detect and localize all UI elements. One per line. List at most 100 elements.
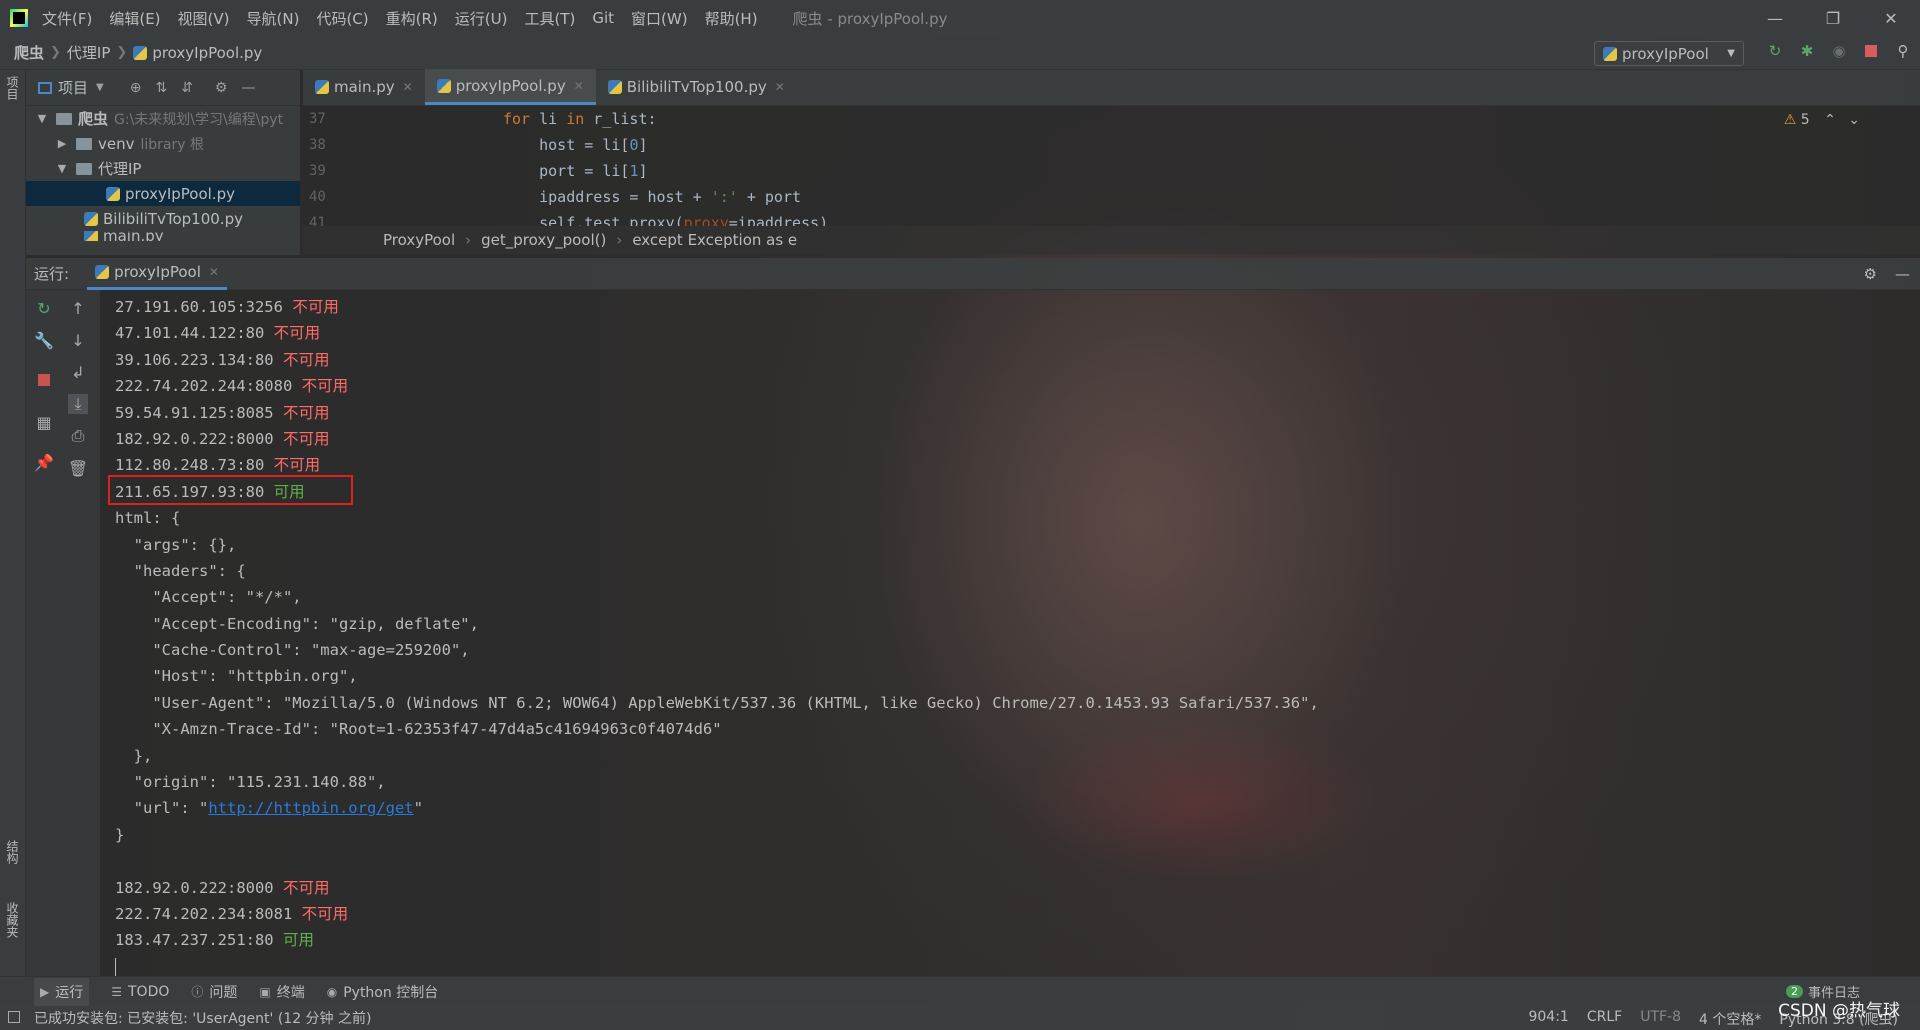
cursor-position[interactable]: 904:1 (1528, 1009, 1568, 1029)
tree-root[interactable]: ▼ 爬虫 G:\未来规划\学习\编程\pyt (26, 106, 300, 131)
menu-edit[interactable]: 编辑(E) (109, 8, 160, 29)
run-console-output[interactable]: 27.191.60.105:3256 不可用 47.101.44.122:80 … (100, 290, 1920, 977)
warnings-indicator[interactable]: ⚠ 5 ⌃ ⌄ (1784, 112, 1860, 128)
tab-run[interactable]: ▶ 运行 (34, 977, 90, 1006)
layout-icon[interactable]: ▦ (34, 412, 54, 432)
tree-venv-hint: library 根 (140, 136, 205, 153)
breadcrumb-project[interactable]: 爬虫 (14, 42, 44, 63)
gear-icon[interactable]: ⚙ (1864, 265, 1877, 283)
chevron-right-icon: › (465, 231, 472, 249)
debug-icon[interactable]: ✱ (1798, 42, 1816, 60)
project-panel-title[interactable]: 项目 (58, 77, 88, 98)
close-icon[interactable]: ✕ (403, 80, 413, 94)
status-message[interactable]: 已成功安装包: 已安装包: 'UserAgent' (12 分钟 之前) (34, 1008, 371, 1028)
hide-icon[interactable]: — (1895, 265, 1910, 283)
arrow-down-icon[interactable]: ↓ (68, 330, 88, 350)
stop-icon[interactable] (34, 370, 54, 390)
restore-button[interactable]: ❐ (1804, 0, 1862, 36)
stop-icon[interactable] (1862, 42, 1880, 60)
minimize-button[interactable]: — (1746, 0, 1804, 36)
close-icon[interactable]: ✕ (574, 79, 584, 93)
menu-view[interactable]: 视图(V) (178, 8, 230, 29)
code-line: ipaddress = host + ':' + port (503, 188, 802, 206)
tree-venv[interactable]: ▶ venv library 根 (26, 131, 300, 156)
stripe-favorites-tab[interactable]: 收藏夹 (4, 902, 21, 938)
menu-help[interactable]: 帮助(H) (705, 8, 758, 29)
trash-icon[interactable]: 🗑 (68, 458, 88, 478)
menu-navigate[interactable]: 导航(N) (247, 8, 300, 29)
line-separator[interactable]: CRLF (1587, 1009, 1622, 1029)
menu-tools[interactable]: 工具(T) (524, 8, 575, 29)
search-everywhere-icon[interactable]: ⚲ (1894, 42, 1912, 60)
breadcrumb-class[interactable]: ProxyPool (383, 231, 455, 249)
tab-main-py[interactable]: main.py ✕ (303, 69, 425, 105)
console-line-proxy: 27.191.60.105:3256 不可用 (115, 298, 339, 316)
tab-terminal[interactable]: ▣ 终端 (259, 982, 304, 1002)
menu-refactor[interactable]: 重构(R) (386, 8, 438, 29)
stripe-project-tab[interactable]: 项目 (4, 76, 21, 100)
menu-git[interactable]: Git (592, 9, 614, 27)
breadcrumb-block[interactable]: except Exception as e (632, 231, 797, 249)
pycharm-logo-icon (10, 9, 28, 27)
console-line-proxy: 182.92.0.222:8000 不可用 (115, 429, 330, 448)
locate-icon[interactable]: ⊕ (130, 80, 142, 96)
tab-python-console[interactable]: ◉ Python 控制台 (327, 982, 438, 1002)
console-line: }, (115, 746, 153, 765)
tab-bilibili-py[interactable]: BilibiliTvTop100.py ✕ (596, 69, 797, 105)
tree-folder-proxy[interactable]: ▼ 代理IP (26, 156, 300, 181)
wrench-icon[interactable]: 🔧 (34, 330, 54, 350)
gear-icon[interactable]: ⚙ (215, 80, 228, 96)
console-line: "X-Amzn-Trace-Id": "Root=1-62353f47-47d4… (115, 720, 722, 739)
chevron-up-icon[interactable]: ⌃ (1824, 112, 1836, 128)
breadcrumb-method[interactable]: get_proxy_pool() (481, 231, 606, 249)
pin-icon[interactable]: 📌 (34, 452, 54, 472)
tree-file-bilibili[interactable]: BilibiliTvTop100.py (26, 206, 300, 231)
chevron-down-icon[interactable]: ⌄ (1848, 112, 1860, 128)
tree-file-main[interactable]: main.py (26, 231, 300, 241)
chevron-down-icon[interactable]: ▼ (96, 82, 104, 93)
scroll-to-end-icon[interactable]: ⤓ (68, 394, 88, 414)
tree-file-proxyippool[interactable]: proxyIpPool.py (26, 181, 300, 206)
python-file-icon (133, 45, 148, 60)
python-file-icon (106, 186, 120, 201)
close-icon[interactable]: ✕ (775, 80, 785, 94)
hide-icon[interactable]: — (241, 80, 255, 96)
tab-proxyippool-py[interactable]: proxyIpPool.py ✕ (424, 69, 596, 105)
menu-window[interactable]: 窗口(W) (631, 8, 688, 29)
stripe-structure-tab[interactable]: 结构 (4, 840, 21, 864)
expand-all-icon[interactable]: ⇅ (155, 80, 167, 96)
tab-todo[interactable]: ☰ TODO (111, 984, 169, 1000)
run-tab-proxyippool[interactable]: proxyIpPool ✕ (87, 258, 227, 290)
bottom-tool-tabs: ▶ 运行 ☰ TODO ⓘ 问题 ▣ 终端 ◉ Python 控制台 2 事件日志 (0, 976, 1920, 1006)
breadcrumb-folder[interactable]: 代理IP (67, 42, 110, 63)
status-toggle-icon[interactable] (8, 1011, 20, 1023)
menu-file[interactable]: 文件(F) (42, 8, 92, 29)
console-line-proxy: 182.92.0.222:8000 不可用 (115, 878, 330, 897)
folder-icon (56, 112, 72, 125)
menu-code[interactable]: 代码(C) (316, 8, 368, 29)
indent-setting[interactable]: 4 个空格* (1699, 1009, 1761, 1029)
rerun-icon[interactable]: ↻ (1766, 42, 1784, 60)
run-configuration-select[interactable]: proxyIpPool ▼ (1594, 41, 1744, 66)
chevron-down-icon: ▼ (37, 112, 47, 125)
tree-folder-name: 代理IP (98, 160, 142, 178)
print-icon[interactable]: ⎙ (68, 426, 88, 446)
soft-wrap-icon[interactable]: ↲ (68, 362, 88, 382)
editor-tabs: main.py ✕ proxyIpPool.py ✕ BilibiliTvTop… (303, 69, 1920, 106)
coverage-icon[interactable]: ◉ (1830, 42, 1848, 60)
rerun-icon[interactable]: ↻ (34, 298, 54, 318)
arrow-up-icon[interactable]: ↑ (68, 298, 88, 318)
code-line: port = li[1] (503, 162, 648, 180)
folder-icon (76, 137, 92, 150)
collapse-all-icon[interactable]: ⇵ (181, 80, 193, 96)
close-window-button[interactable]: ✕ (1862, 0, 1920, 36)
breadcrumb-file[interactable]: proxyIpPool.py (152, 44, 262, 62)
tab-problems[interactable]: ⓘ 问题 (191, 982, 237, 1002)
file-encoding[interactable]: UTF-8 (1640, 1009, 1681, 1029)
close-icon[interactable]: ✕ (209, 265, 219, 279)
console-url-link[interactable]: http://httpbin.org/get (208, 799, 413, 817)
code-editor[interactable]: 37 38 39 40 41 for li in r_list: host = … (303, 106, 1920, 226)
menu-run[interactable]: 运行(U) (455, 8, 508, 29)
console-line-proxy: 112.80.248.73:80 不可用 (115, 456, 321, 475)
run-toolbar: ↻ ↑ 🔧 ↓ ↲ ⤓ ▦ ⎙ 📌 🗑 (26, 290, 100, 976)
